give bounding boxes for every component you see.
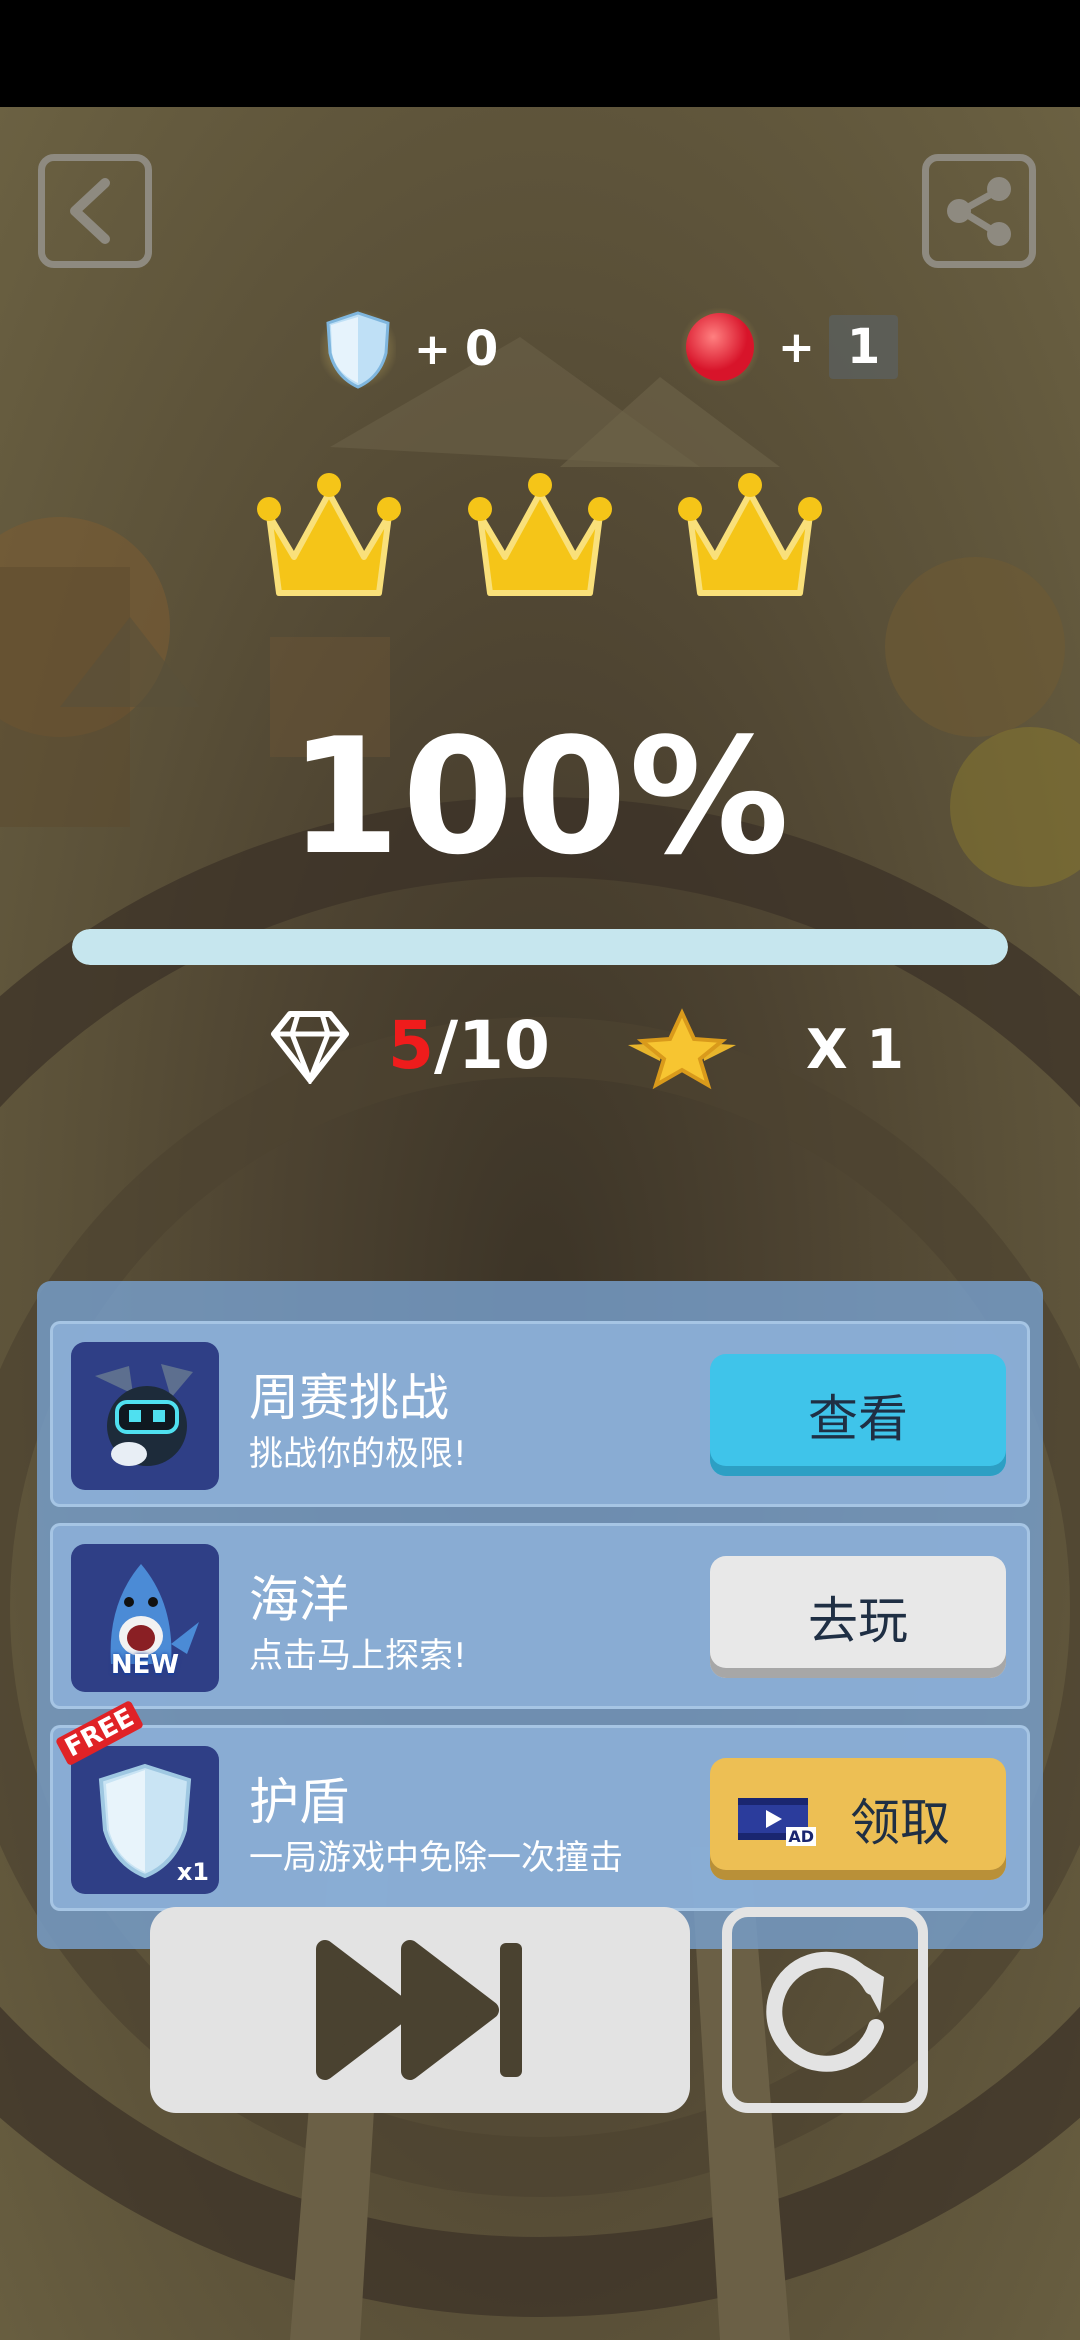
shield-icon bbox=[320, 309, 396, 389]
offer-row-weekly-challenge: 周赛挑战 挑战你的极限! 查看 bbox=[50, 1321, 1030, 1507]
offer-subtitle: 点击马上探索! bbox=[249, 1636, 467, 1676]
play-button[interactable]: 去玩 bbox=[710, 1556, 1006, 1678]
crown-icon bbox=[257, 473, 401, 596]
completion-percent: 100% bbox=[288, 703, 792, 890]
stars-label: X 1 bbox=[806, 1017, 905, 1081]
star-counter: X 1 bbox=[622, 1007, 904, 1091]
gems-collected: 5 bbox=[388, 1007, 434, 1084]
view-button[interactable]: 查看 bbox=[710, 1354, 1006, 1476]
restart-button[interactable] bbox=[722, 1907, 928, 2113]
back-icon bbox=[70, 178, 110, 244]
shield-plus: + bbox=[414, 323, 451, 375]
ball-reward: + 1 bbox=[680, 307, 899, 387]
offer-subtitle: 一局游戏中免除一次撞击 bbox=[249, 1838, 623, 1878]
offer-row-shield: x1 FREE 护盾 一局游戏中免除一次撞击 AD 领取 bbox=[50, 1699, 1030, 1911]
ball-reward-value: 1 bbox=[828, 315, 899, 379]
weekly-challenge-thumbnail bbox=[71, 1342, 219, 1490]
robot-character-icon bbox=[95, 1364, 193, 1466]
gems-total: 10 bbox=[458, 1007, 550, 1084]
offer-title: 海洋 bbox=[249, 1571, 349, 1629]
star-badge-icon bbox=[628, 1008, 736, 1090]
offers-panel: 周赛挑战 挑战你的极限! 查看 NEW 海洋 点击马上探索! 去玩 x1 FRE… bbox=[37, 1281, 1043, 1949]
red-ball-icon bbox=[680, 307, 760, 387]
shield-count: x1 bbox=[176, 1858, 209, 1886]
new-badge: NEW bbox=[110, 1650, 180, 1680]
share-icon bbox=[947, 177, 1011, 246]
ball-plus: + bbox=[778, 321, 815, 373]
gem-counter: 5 / 10 bbox=[270, 1007, 550, 1084]
offer-title: 周赛挑战 bbox=[249, 1369, 449, 1427]
claim-button[interactable]: AD 领取 bbox=[710, 1758, 1006, 1880]
offer-row-ocean: NEW 海洋 点击马上探索! 去玩 bbox=[50, 1523, 1030, 1709]
progress-fill bbox=[72, 929, 1008, 965]
shield-reward-value: 0 bbox=[464, 321, 499, 377]
game-background: + 0 + 1 100% 5 / 10 X 1 周赛挑战 挑战你的极限! 查看 … bbox=[0, 107, 1080, 2340]
restart-icon bbox=[766, 1951, 884, 2072]
gems-separator: / bbox=[433, 1007, 459, 1084]
offer-title: 护盾 bbox=[249, 1773, 349, 1831]
progress-bar bbox=[72, 929, 1008, 965]
video-ad-icon: AD bbox=[736, 1794, 816, 1846]
back-button[interactable] bbox=[38, 154, 152, 268]
status-bar bbox=[0, 0, 1080, 107]
crown-icon bbox=[468, 473, 612, 596]
share-button[interactable] bbox=[922, 154, 1036, 268]
skip-icon bbox=[316, 1940, 522, 2080]
skip-button[interactable] bbox=[150, 1907, 690, 2113]
claim-label: 领取 bbox=[850, 1794, 950, 1852]
diamond-icon bbox=[271, 1010, 349, 1084]
ocean-thumbnail: NEW bbox=[71, 1544, 219, 1692]
ad-label: AD bbox=[786, 1827, 816, 1846]
shield-reward: + 0 bbox=[320, 307, 498, 391]
crown-icon bbox=[678, 473, 822, 596]
offer-subtitle: 挑战你的极限! bbox=[249, 1434, 467, 1474]
shield-thumbnail: x1 bbox=[71, 1746, 219, 1894]
